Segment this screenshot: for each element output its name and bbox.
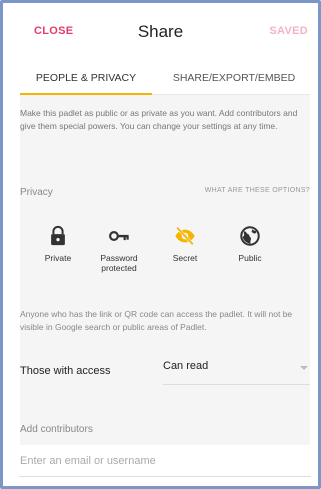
contributors-section-label: Add contributors [20, 424, 93, 435]
eye-slash-icon [175, 226, 195, 246]
tab-people-privacy[interactable]: PEOPLE & PRIVACY [20, 63, 152, 95]
privacy-option-label: Public [238, 253, 262, 263]
privacy-section-label: Privacy [20, 187, 53, 198]
access-level-value: Can read [163, 360, 209, 372]
tab-bar: PEOPLE & PRIVACY SHARE/EXPORT/EMBED [20, 63, 310, 95]
saved-status: SAVED [269, 25, 308, 37]
privacy-help-link[interactable]: WHAT ARE THESE OPTIONS? [205, 187, 310, 194]
privacy-description: Anyone who has the link or QR code can a… [20, 309, 293, 332]
privacy-option-label: Private [44, 253, 72, 263]
chevron-down-icon [300, 366, 308, 370]
privacy-option-private[interactable]: Private [26, 225, 90, 263]
privacy-option-label: Secret [172, 253, 198, 263]
intro-text: Make this padlet as public or as private… [20, 108, 298, 131]
access-label: Those with access [20, 365, 111, 377]
access-level-select[interactable]: Can read [163, 357, 310, 385]
privacy-option-secret[interactable]: Secret [153, 225, 217, 263]
share-dialog: CLOSE Share SAVED PEOPLE & PRIVACY SHARE… [0, 0, 321, 489]
globe-icon [240, 226, 260, 246]
privacy-option-label: Password protected [100, 253, 138, 273]
privacy-option-public[interactable]: Public [218, 225, 282, 263]
contributor-search-input[interactable] [19, 445, 311, 477]
tab-share-export-embed[interactable]: SHARE/EXPORT/EMBED [152, 63, 316, 95]
people-privacy-panel: Make this padlet as public or as private… [19, 95, 311, 477]
lock-icon [51, 225, 65, 246]
dialog-header: CLOSE Share SAVED [3, 3, 318, 63]
privacy-option-password[interactable]: Password protected [87, 225, 151, 273]
key-icon [109, 231, 129, 241]
